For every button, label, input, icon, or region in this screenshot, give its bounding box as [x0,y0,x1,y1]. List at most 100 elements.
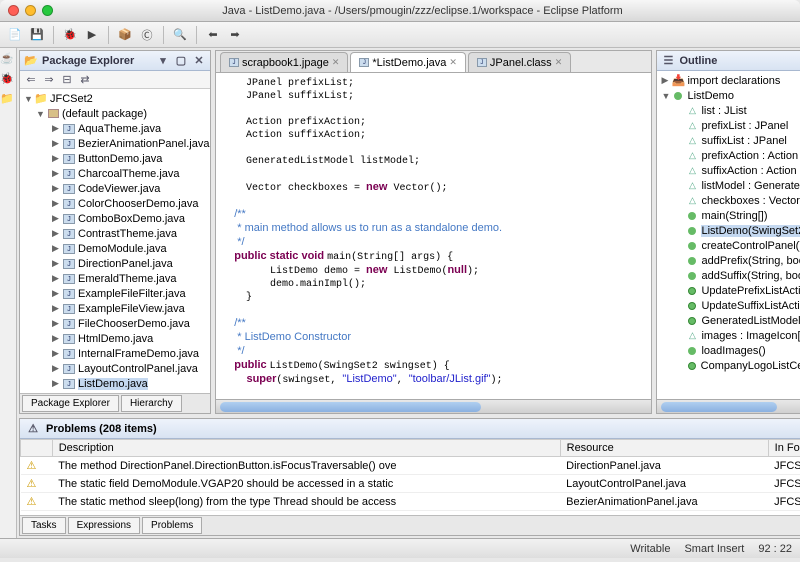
new-package-icon[interactable]: 📦 [116,26,134,44]
java-perspective-icon[interactable]: ☕ [0,52,16,68]
outline-horizontal-scrollbar[interactable] [657,399,800,413]
editor-tab[interactable]: JJPanel.class✕ [468,52,571,72]
tab-tasks[interactable]: Tasks [22,517,66,534]
outline-item[interactable]: ListDemo(SwingSet2) [657,223,800,238]
tab-hierarchy[interactable]: Hierarchy [121,395,182,412]
package-explorer-icon: 📂 [24,54,38,68]
new-class-icon[interactable]: Ⓒ [138,26,156,44]
close-view-icon[interactable]: ✕ [192,54,206,68]
file-node[interactable]: ▶JExampleFileFilter.java [20,286,210,301]
package-node[interactable]: ▼(default package) [20,106,210,121]
outline-item[interactable]: ▼ListDemo [657,88,800,103]
outline-item[interactable]: ▶📥import declarations [657,73,800,88]
back-icon[interactable]: ⬅ [204,26,222,44]
file-node[interactable]: ▶JCodeViewer.java [20,181,210,196]
column-header[interactable]: Description [52,440,560,457]
tab-package-explorer[interactable]: Package Explorer [22,395,119,412]
file-node[interactable]: ▶JLayoutControlPanel.java [20,361,210,376]
close-tab-icon[interactable]: ✕ [449,57,457,68]
outline-item[interactable]: CompanyLogoListCellRendere [657,358,800,373]
file-node[interactable]: ▶JContrastTheme.java [20,226,210,241]
editor-horizontal-scrollbar[interactable] [216,399,651,413]
editor-tab[interactable]: J*ListDemo.java✕ [350,52,466,72]
status-insert-mode: Smart Insert [684,543,744,555]
debug-perspective-icon[interactable]: 🐞 [0,72,16,88]
close-tab-icon[interactable]: ✕ [555,57,563,68]
outline-item[interactable]: addPrefix(String, boolean) [657,253,800,268]
outline-item[interactable]: main(String[]) [657,208,800,223]
minimize-view-icon[interactable]: ▢ [174,54,188,68]
main-toolbar: 📄 💾 🐞 ▶ 📦 Ⓒ 🔍 ⬅ ➡ [0,22,800,48]
outline-item[interactable]: △suffixList : JPanel [657,133,800,148]
close-window-button[interactable] [8,5,19,16]
problem-row[interactable]: ⚠The static method sleep(long) from the … [21,493,800,511]
project-node[interactable]: ▼📁JFCSet2 [20,91,210,106]
package-tree[interactable]: ▼📁JFCSet2 ▼(default package)▶JAquaTheme.… [20,89,210,393]
outline-item[interactable]: GeneratedListModel [657,313,800,328]
view-menu-icon[interactable]: ▾ [156,54,170,68]
resource-perspective-icon[interactable]: 📁 [0,92,16,108]
file-node[interactable]: ▶JBezierAnimationPanel.java [20,136,210,151]
outline-item[interactable]: addSuffix(String, boolean) [657,268,800,283]
outline-tree[interactable]: ▶📥import declarations▼ListDemo△list : JL… [657,71,800,399]
file-node[interactable]: ▶JFileChooserDemo.java [20,316,210,331]
problems-table[interactable]: DescriptionResourceIn Folder⚠The method … [20,439,800,515]
file-node[interactable]: ▶JAquaTheme.java [20,121,210,136]
new-wizard-icon[interactable]: 📄 [6,26,24,44]
outline-item[interactable]: loadImages() [657,343,800,358]
outline-title: Outline [679,55,717,67]
outline-item[interactable]: createControlPanel() [657,238,800,253]
file-node[interactable]: ▶JComboBoxDemo.java [20,211,210,226]
minimize-window-button[interactable] [25,5,36,16]
sort-icon[interactable]: ↕ [796,54,800,68]
zoom-window-button[interactable] [42,5,53,16]
file-node[interactable]: ▶JCharcoalTheme.java [20,166,210,181]
file-node[interactable]: ▶JDirectionPanel.java [20,256,210,271]
package-explorer-pane: 📂 Package Explorer ▾ ▢ ✕ ⇐ ⇒ ⊟ ⇄ ▼📁JFCSe… [19,50,211,414]
close-tab-icon[interactable]: ✕ [332,57,340,68]
link-editor-icon[interactable]: ⇄ [78,73,92,87]
column-header[interactable] [21,440,53,457]
problem-row[interactable]: ⚠The method DirectionPanel.DirectionButt… [21,457,800,475]
status-cursor-position: 92 : 22 [758,543,792,555]
outline-item[interactable]: UpdatePrefixListAction [657,283,800,298]
column-header[interactable]: In Folder [768,440,800,457]
forward-icon[interactable]: ➡ [226,26,244,44]
outline-item[interactable]: △list : JList [657,103,800,118]
tab-expressions[interactable]: Expressions [68,517,140,534]
editor-pane: Jscrapbook1.jpage✕J*ListDemo.java✕JJPane… [215,50,652,414]
problems-title: Problems (208 items) [46,423,157,435]
outline-item[interactable]: △listModel : GeneratedListMod [657,178,800,193]
collapse-all-icon[interactable]: ⊟ [60,73,74,87]
editor-tab[interactable]: Jscrapbook1.jpage✕ [220,52,348,72]
outline-item[interactable]: △images : ImageIcon[] [657,328,800,343]
file-node[interactable]: ▶JDemoModule.java [20,241,210,256]
debug-icon[interactable]: 🐞 [61,26,79,44]
run-icon[interactable]: ▶ [83,26,101,44]
file-node[interactable]: ▶JButtonDemo.java [20,151,210,166]
outline-item[interactable]: △suffixAction : Action [657,163,800,178]
package-explorer-title: Package Explorer [42,55,134,67]
status-writable: Writable [630,543,670,555]
tab-problems[interactable]: Problems [142,517,202,534]
open-type-icon[interactable]: 🔍 [171,26,189,44]
column-header[interactable]: Resource [560,440,768,457]
file-node[interactable]: ▶JHtmlDemo.java [20,331,210,346]
problems-pane: ⚠ Problems (208 items) ⚙ ✕ DescriptionRe… [19,418,800,536]
forward-nav-icon[interactable]: ⇒ [42,73,56,87]
outline-item[interactable]: △prefixAction : Action [657,148,800,163]
problem-row[interactable]: ⚠The static field DemoModule.VGAP20 shou… [21,475,800,493]
back-nav-icon[interactable]: ⇐ [24,73,38,87]
save-icon[interactable]: 💾 [28,26,46,44]
outline-item[interactable]: UpdateSuffixListAction [657,298,800,313]
file-node[interactable]: ▶JColorChooserDemo.java [20,196,210,211]
file-node[interactable]: ▶JExampleFileView.java [20,301,210,316]
editor-body[interactable]: JPanel prefixList; JPanel suffixList; Ac… [216,73,651,399]
file-node[interactable]: ▶JListDemo.java [20,376,210,391]
file-node[interactable]: ▶JInternalFrameDemo.java [20,346,210,361]
file-node[interactable]: ▶JEmeraldTheme.java [20,271,210,286]
outline-item[interactable]: △prefixList : JPanel [657,118,800,133]
problems-bottom-tabs: TasksExpressionsProblems [20,515,800,535]
outline-icon: ☰ [661,54,675,68]
outline-item[interactable]: △checkboxes : Vector [657,193,800,208]
